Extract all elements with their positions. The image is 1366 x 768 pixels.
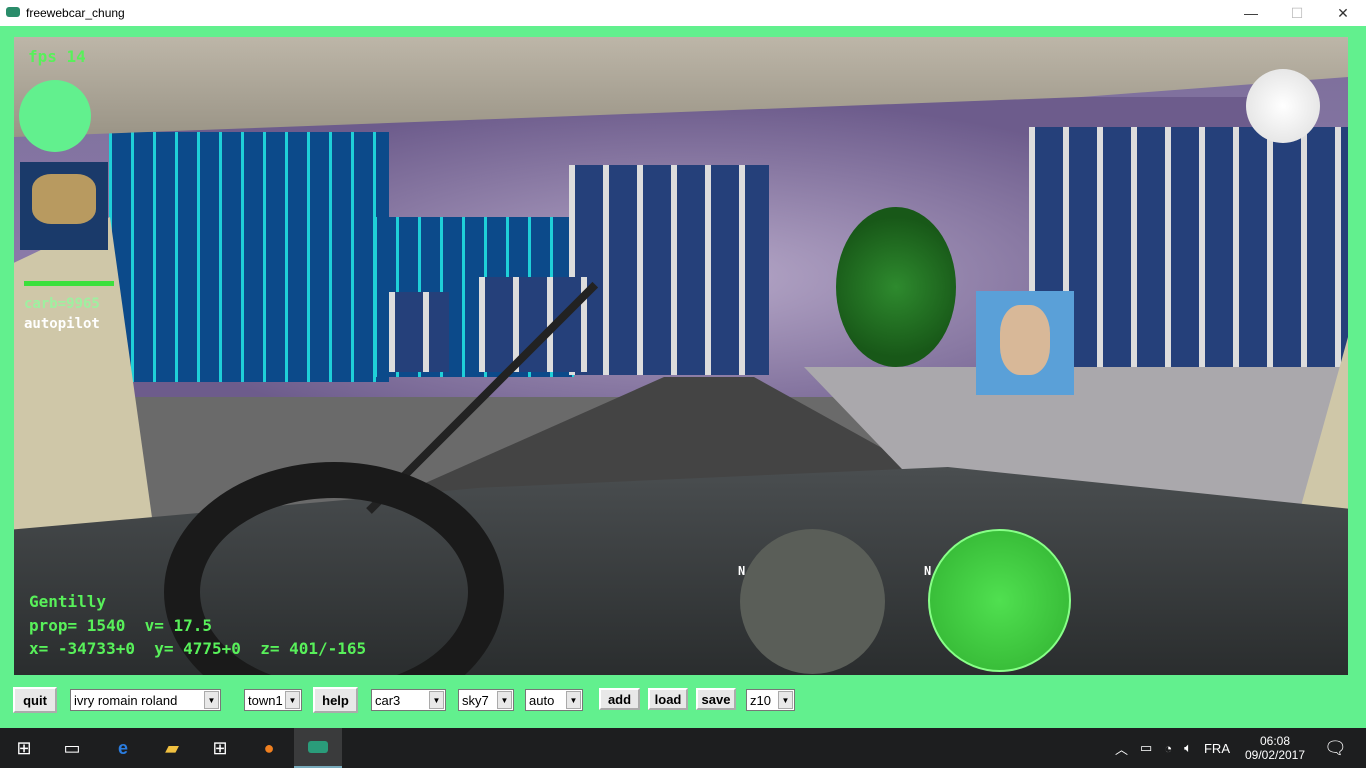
clock-time: 06:08 (1259, 734, 1291, 748)
language-indicator[interactable]: FRA (1204, 741, 1230, 756)
building (569, 165, 769, 375)
action-center-icon[interactable]: 🗨︎ (1324, 728, 1347, 768)
zoom-value: z10 (750, 692, 771, 708)
fps-counter: fps 14 (28, 47, 86, 66)
volume-icon[interactable]: 🔈︎ (1184, 740, 1192, 756)
3d-viewport[interactable]: fps 14 carb=9965 autopilot N N Gentilly … (14, 37, 1348, 675)
mode-indicator: autopilot (24, 316, 100, 332)
car-select[interactable]: car3 ▼ (371, 689, 446, 711)
control-toolbar: quit ivry romain roland ▼ town1 ▼ help car… (0, 685, 1366, 717)
close-button[interactable]: ✕ (1320, 0, 1366, 26)
house (389, 292, 449, 372)
wifi-icon[interactable]: ◔ (1164, 741, 1172, 756)
tree (836, 207, 956, 367)
sky-value: sky7 (462, 692, 489, 708)
freewebcar-taskbar-icon[interactable] (294, 728, 342, 768)
add-button[interactable]: add (599, 688, 640, 710)
quit-button[interactable]: quit (13, 687, 57, 713)
compass-rose-icon (1246, 69, 1320, 143)
maximize-button[interactable]: ☐ (1274, 0, 1320, 26)
windows-taskbar: ⊞ ▭ e ▰ ⊞ ● ︿ ▭ ◔ 🔈︎ FRA 06:08 09/02/201… (0, 728, 1366, 768)
car-app-icon (6, 7, 20, 17)
edge-icon[interactable]: e (99, 728, 147, 768)
battery-icon[interactable]: ▭ (1140, 740, 1152, 756)
town-value: town1 (248, 692, 283, 708)
compass-radar-small (19, 80, 91, 152)
chevron-down-icon: ▼ (497, 691, 512, 709)
store-icon[interactable]: ⊞ (196, 728, 244, 768)
chevron-down-icon: ▼ (778, 691, 793, 709)
chevron-down-icon: ▼ (204, 691, 219, 709)
chevron-down-icon: ▼ (429, 691, 444, 709)
title-bar: freewebcar_chung — ☐ ✕ (0, 0, 1366, 26)
coordinates-readout: x= -34733+0 y= 4775+0 z= 401/-165 (29, 639, 367, 658)
fuel-bar (24, 281, 114, 286)
clock-date: 09/02/2017 (1244, 748, 1306, 762)
clock[interactable]: 06:08 09/02/2017 (1240, 728, 1310, 768)
car-value: car3 (375, 692, 401, 708)
house (479, 277, 599, 372)
location-name: Gentilly (29, 592, 107, 611)
task-view-icon[interactable]: ▭ (48, 728, 96, 768)
chevron-down-icon: ▼ (285, 691, 300, 709)
mode-value: auto (529, 692, 555, 708)
location-value: ivry romain roland (74, 692, 178, 708)
town-select[interactable]: town1 ▼ (244, 689, 302, 711)
help-button[interactable]: help (313, 687, 358, 713)
minimize-button[interactable]: — (1228, 0, 1274, 26)
radar-north-label: N (924, 564, 932, 578)
load-button[interactable]: load (648, 688, 688, 710)
location-select[interactable]: ivry romain roland ▼ (70, 689, 221, 711)
building (109, 132, 389, 382)
prop-speed-readout: prop= 1540 v= 17.5 (29, 616, 213, 635)
chevron-down-icon: ▼ (566, 691, 581, 709)
chevron-up-icon[interactable]: ︿ (1115, 739, 1128, 758)
world-map-minimap[interactable] (20, 162, 108, 250)
firefox-icon[interactable]: ● (245, 728, 293, 768)
save-button[interactable]: save (696, 688, 736, 710)
satellite-minimap[interactable] (740, 529, 885, 674)
billboard-portrait (976, 291, 1074, 395)
radar-display (928, 529, 1071, 672)
sky-select[interactable]: sky7 ▼ (458, 689, 514, 711)
file-explorer-icon[interactable]: ▰ (148, 728, 196, 768)
window-title: freewebcar_chung (26, 6, 125, 20)
zoom-select[interactable]: z10 ▼ (746, 689, 795, 711)
fuel-readout: carb=9965 (24, 296, 100, 312)
windows-start-icon[interactable]: ⊞ (0, 728, 48, 768)
mode-select[interactable]: auto ▼ (525, 689, 583, 711)
north-label: N (738, 564, 746, 578)
